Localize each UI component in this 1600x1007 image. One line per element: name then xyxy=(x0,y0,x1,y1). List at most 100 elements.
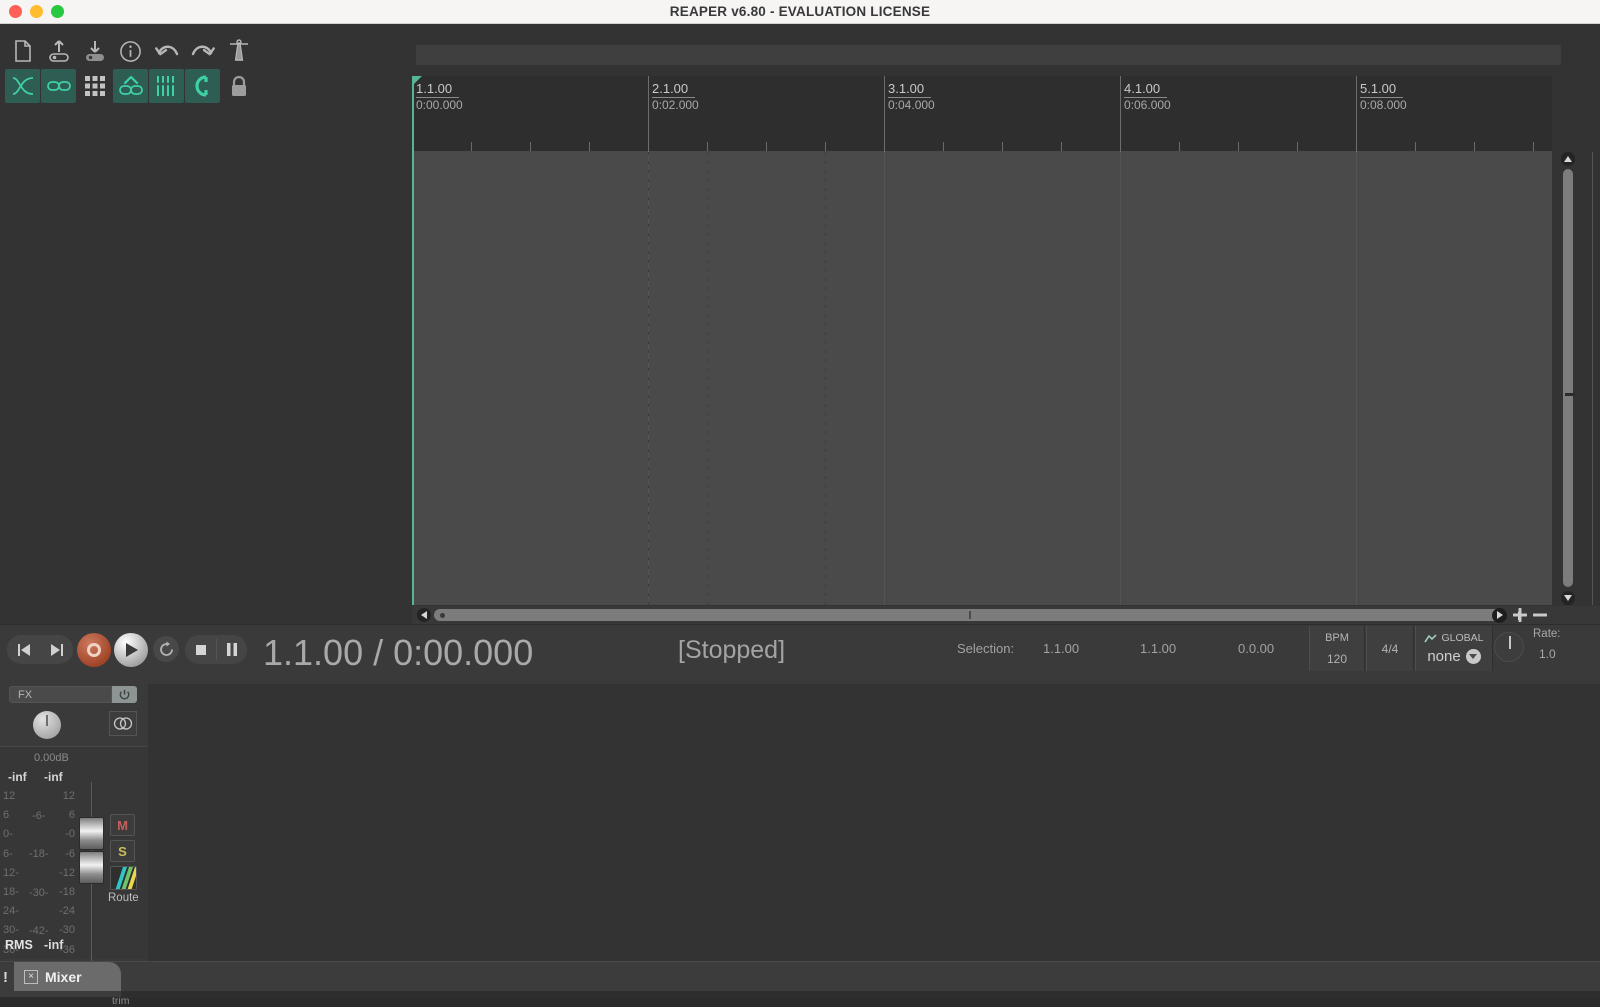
fx-bypass-toggle[interactable] xyxy=(112,686,137,703)
ruler-tick xyxy=(1415,142,1416,151)
routing-button[interactable] xyxy=(110,866,137,890)
toolbar-row-edit xyxy=(5,69,256,103)
stereo-width-button[interactable] xyxy=(109,711,137,736)
pan-knob[interactable] xyxy=(33,711,61,739)
time-signature-field[interactable]: 4/4 xyxy=(1366,626,1414,671)
ruler-tick xyxy=(1533,142,1534,151)
scroll-up-icon[interactable] xyxy=(1561,152,1575,166)
scroll-down-icon[interactable] xyxy=(1561,591,1575,605)
scroll-left-icon[interactable] xyxy=(417,608,431,622)
vertical-scrollbar-thumb[interactable] xyxy=(1563,169,1573,587)
window-title: REAPER v6.80 - EVALUATION LICENSE xyxy=(0,0,1600,24)
ruler-tick xyxy=(1179,142,1180,151)
selection-start-value[interactable]: 1.1.00 xyxy=(1043,641,1079,656)
save-project-icon[interactable] xyxy=(77,34,112,68)
rate-value[interactable]: 1.0 xyxy=(1539,647,1556,661)
repeat-button[interactable] xyxy=(153,636,179,662)
bpm-field[interactable]: BPM 120 xyxy=(1309,626,1365,671)
grid-beat-line xyxy=(648,152,649,605)
grid-bar-line xyxy=(1356,152,1357,605)
undo-icon[interactable] xyxy=(149,34,184,68)
metronome-icon[interactable] xyxy=(221,34,256,68)
playrate-knob[interactable] xyxy=(1494,632,1524,662)
ruler-bar-label: 5.1.00 xyxy=(1360,81,1403,98)
timeline-ruler[interactable]: 1.1.000:00.0002.1.000:02.0003.1.000:04.0… xyxy=(412,76,1552,152)
grid-bar-line xyxy=(884,152,885,605)
fx-label: FX xyxy=(18,689,32,701)
horizontal-zoom-in-icon[interactable] xyxy=(1513,608,1527,622)
app-body: 1.1.000:00.0002.1.000:02.0003.1.000:04.0… xyxy=(0,24,1600,997)
peak-right-value: -inf xyxy=(44,770,63,784)
tab-mixer[interactable]: × Mixer xyxy=(14,962,121,991)
meter-scale-value: 0- xyxy=(3,825,19,844)
pause-button[interactable] xyxy=(216,635,247,664)
ruler-time-label: 0:06.000 xyxy=(1124,98,1171,112)
fader-db-readout: 0.00dB xyxy=(34,752,69,764)
mute-button[interactable]: M xyxy=(110,814,135,836)
title-bar: REAPER v6.80 - EVALUATION LICENSE xyxy=(0,0,1600,24)
meter-scale-value: -24 xyxy=(55,902,75,921)
ruler-bar-label: 4.1.00 xyxy=(1124,81,1167,98)
grid-lines-icon[interactable] xyxy=(149,69,184,103)
scroll-right-icon[interactable] xyxy=(1492,608,1507,623)
redo-icon[interactable] xyxy=(185,34,220,68)
vertical-scrollbar[interactable] xyxy=(1561,152,1575,605)
ripple-link-icon[interactable] xyxy=(41,69,76,103)
grid-beat-line xyxy=(707,152,708,605)
scrollbar-notch xyxy=(969,611,971,619)
ruler-tick xyxy=(943,142,944,151)
global-automation-header: GLOBAL xyxy=(1416,632,1492,644)
meter-scale-value: -30- xyxy=(29,874,49,912)
global-label: GLOBAL xyxy=(1441,632,1483,644)
mixer-master-strip: FX 0.00dB -inf -inf 1260-6-12-18-24-30-3… xyxy=(0,684,148,984)
alert-indicator[interactable]: ! xyxy=(3,969,8,986)
tab-mixer-label: Mixer xyxy=(45,969,82,985)
global-automation-field[interactable]: GLOBAL none xyxy=(1415,626,1493,671)
stop-button[interactable] xyxy=(185,635,216,664)
meter-scale-value: 12 xyxy=(3,787,19,806)
skip-to-end-icon[interactable] xyxy=(40,635,73,664)
fader-handle-left[interactable] xyxy=(79,817,104,850)
chevron-down-icon[interactable] xyxy=(1466,649,1481,664)
ruler-time-label: 0:00.000 xyxy=(416,98,463,112)
bpm-value[interactable]: 120 xyxy=(1310,652,1364,666)
arrange-grid[interactable] xyxy=(412,152,1552,605)
skip-to-start-icon[interactable] xyxy=(7,635,40,664)
master-meter-panel: 0.00dB -inf -inf 1260-6-12-18-24-30-36-4… xyxy=(0,746,148,959)
transport-nav-group xyxy=(7,635,73,664)
scrollbar-notch xyxy=(1565,393,1575,396)
main-toolbar xyxy=(0,24,412,114)
time-signature-value[interactable]: 4/4 xyxy=(1367,642,1413,656)
transport-status: [Stopped] xyxy=(678,636,785,665)
new-project-icon[interactable] xyxy=(5,34,40,68)
global-automation-select[interactable]: none xyxy=(1416,648,1492,665)
grid-bar-line xyxy=(1592,152,1593,605)
horizontal-zoom-out-icon[interactable] xyxy=(1533,612,1547,618)
rate-label: Rate: xyxy=(1533,628,1561,640)
selection-length-value[interactable]: 0.0.00 xyxy=(1238,641,1274,656)
grid-matrix-icon[interactable] xyxy=(77,69,112,103)
crossfade-icon[interactable] xyxy=(5,69,40,103)
open-project-icon[interactable] xyxy=(41,34,76,68)
arrange-view[interactable]: 1.1.000:00.0002.1.000:02.0003.1.000:04.0… xyxy=(412,24,1600,624)
record-button[interactable] xyxy=(77,633,111,667)
playback-position-display[interactable]: 1.1.00 / 0:00.000 xyxy=(263,632,533,674)
selection-end-value[interactable]: 1.1.00 xyxy=(1140,641,1176,656)
loop-magnet-icon[interactable] xyxy=(185,69,220,103)
meter-scale-value: -12 xyxy=(55,864,75,883)
play-button[interactable] xyxy=(114,633,148,667)
project-info-icon[interactable] xyxy=(113,34,148,68)
horizontal-scrollbar-thumb[interactable] xyxy=(434,609,1502,621)
group-link-icon[interactable] xyxy=(113,69,148,103)
lock-icon[interactable] xyxy=(221,69,256,103)
bpm-label: BPM xyxy=(1310,632,1364,644)
close-icon[interactable]: × xyxy=(24,970,38,984)
horizontal-scrollbar[interactable] xyxy=(412,606,1600,624)
fx-chain-row: FX xyxy=(9,686,137,703)
fader-handle-right[interactable] xyxy=(79,851,104,884)
fx-chain-button[interactable]: FX xyxy=(9,686,112,703)
meter-scale-value: -18- xyxy=(29,835,49,873)
record-icon xyxy=(87,643,101,657)
ruler-bar-label: 3.1.00 xyxy=(888,81,931,98)
solo-button[interactable]: S xyxy=(110,840,135,862)
